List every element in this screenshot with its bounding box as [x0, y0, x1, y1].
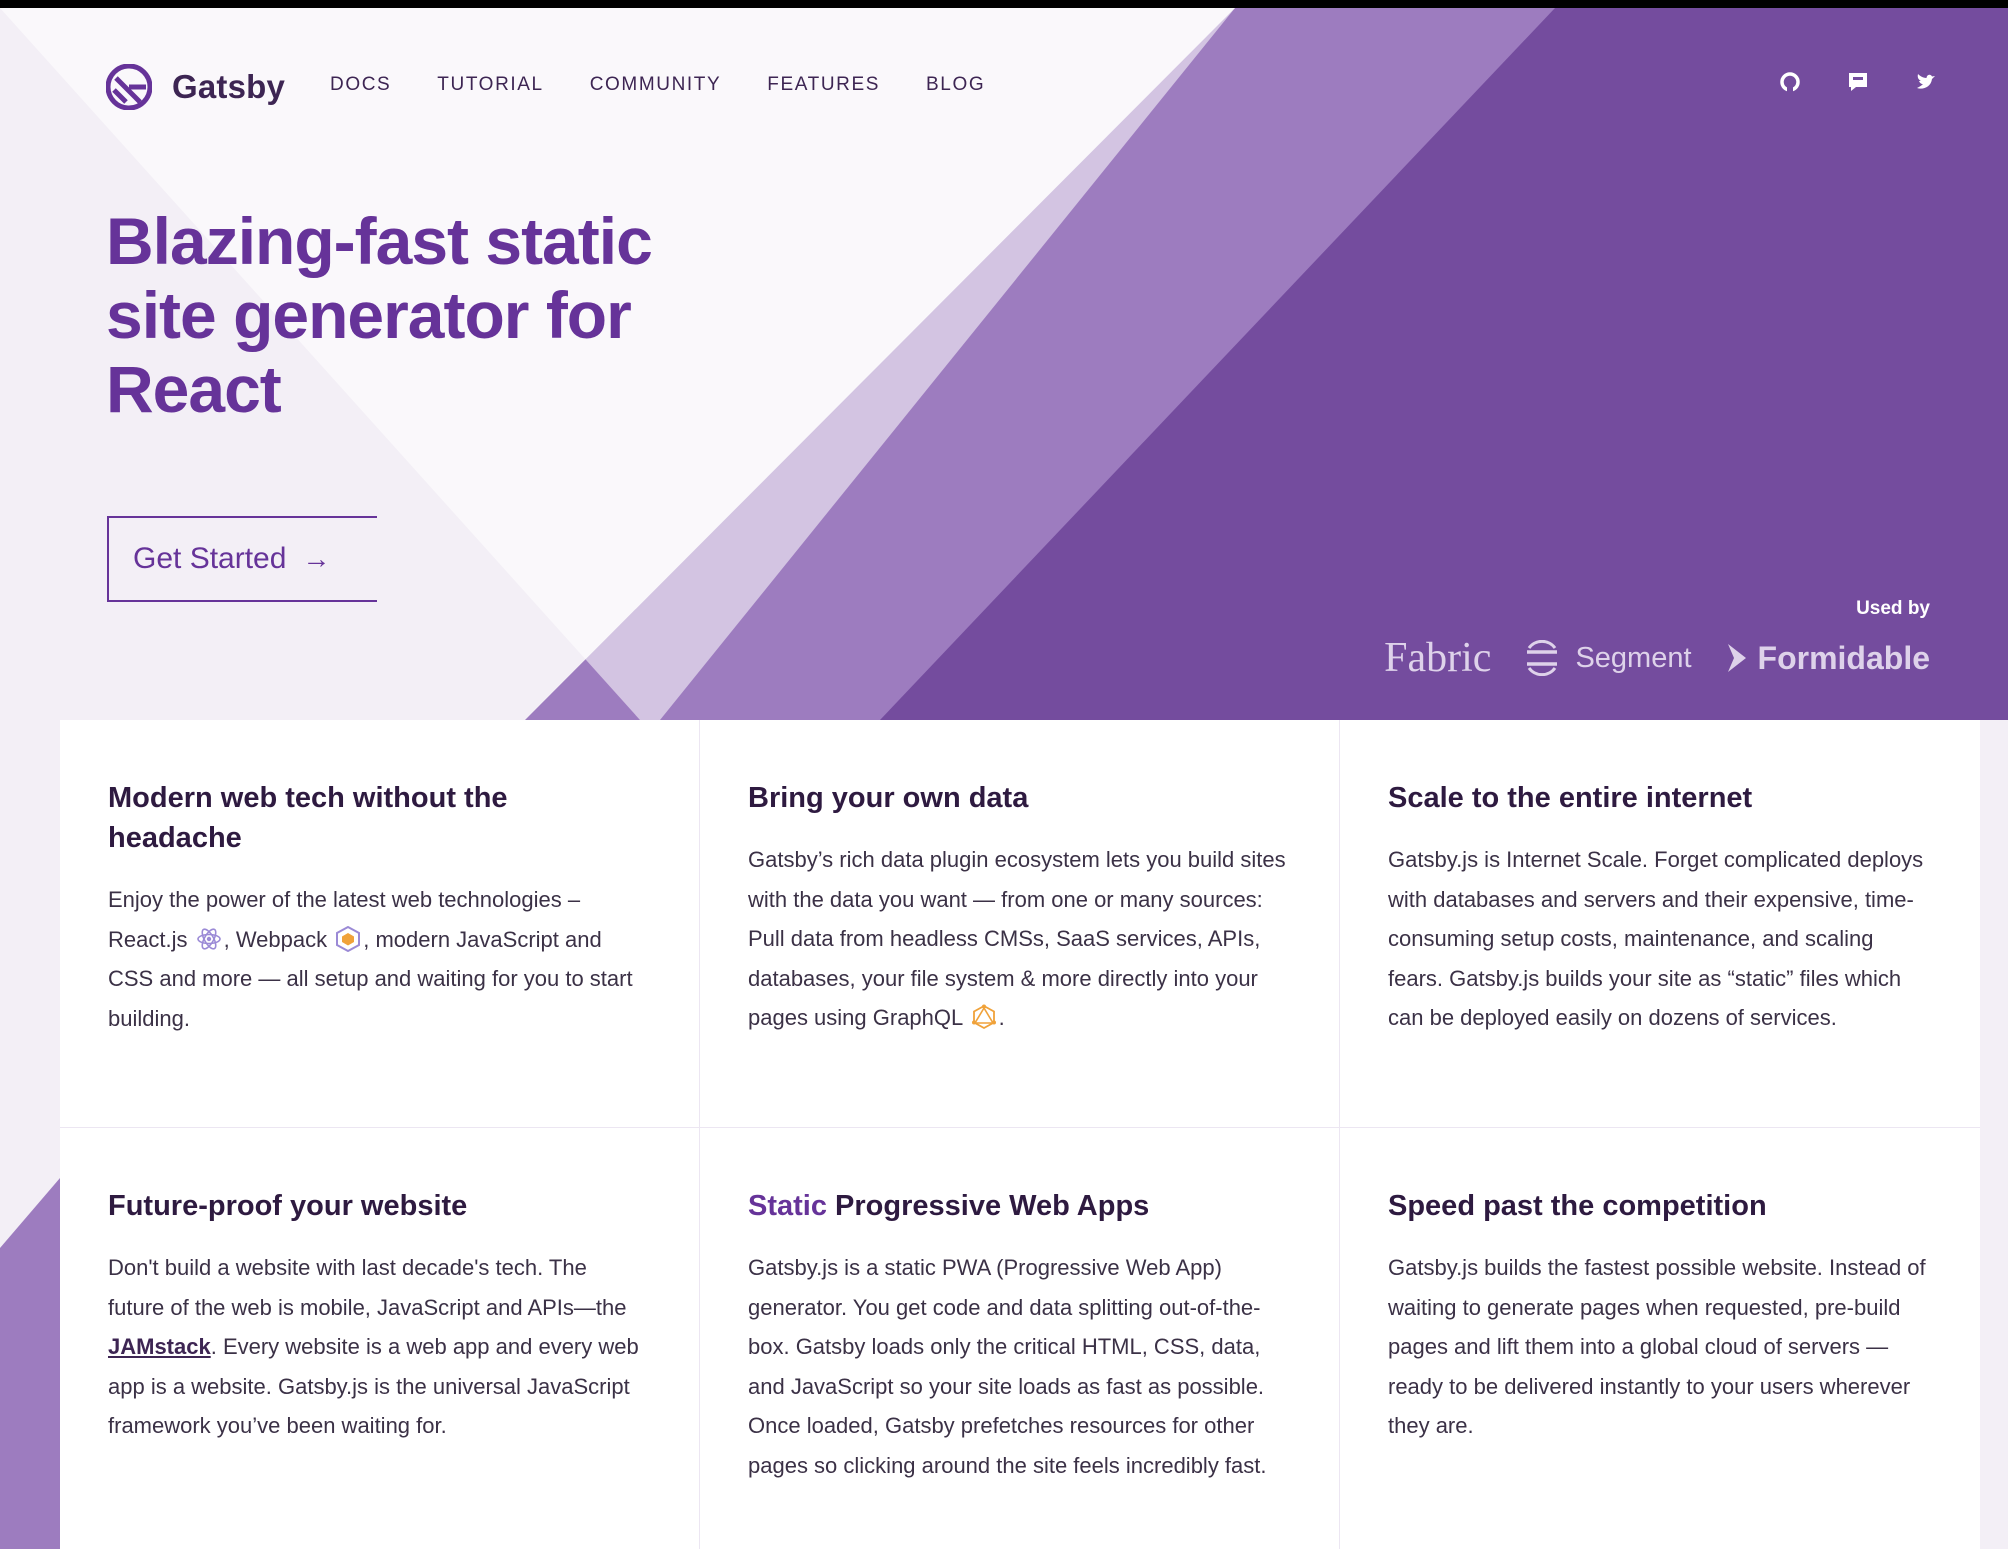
feature-text: , Webpack [223, 926, 334, 952]
gatsby-logo[interactable]: Gatsby [106, 64, 285, 110]
feature-text: Don't build a website with last decade's… [108, 1255, 627, 1320]
feature-card: Bring your own data Gatsby’s rich data p… [700, 720, 1340, 1128]
webpack-icon [336, 925, 361, 952]
feature-body: Don't build a website with last decade's… [108, 1248, 647, 1446]
feature-title-rest: Progressive Web Apps [826, 1190, 1150, 1222]
feature-title: Static Progressive Web Apps [748, 1186, 1287, 1226]
logo-text: Gatsby [172, 68, 286, 105]
feature-body: Gatsby’s rich data plugin ecosystem lets… [748, 840, 1287, 1038]
segment-text: Segment [1575, 641, 1692, 674]
feature-body: Enjoy the power of the latest web techno… [108, 880, 647, 1038]
feature-card: Static Progressive Web Apps Gatsby.js is… [700, 1128, 1340, 1549]
graphql-icon [971, 1004, 996, 1030]
formidable-logo: Formidable [1724, 640, 1930, 677]
feature-card: Speed past the competition Gatsby.js bui… [1340, 1128, 1980, 1549]
get-started-label: Get Started [133, 542, 287, 575]
segment-logo: Segment [1521, 640, 1692, 676]
feature-body: Gatsby.js is a static PWA (Progressive W… [748, 1255, 1267, 1478]
features-grid: Modern web tech without the headache Enj… [60, 720, 1980, 1549]
nav-tutorial[interactable]: TUTORIAL [437, 74, 543, 96]
formidable-text: Formidable [1757, 639, 1930, 676]
feature-title: Speed past the competition [1388, 1190, 1767, 1222]
background-stripe-bottom-left [0, 1178, 60, 1549]
react-icon [196, 927, 221, 950]
gatsby-logo-icon [106, 64, 152, 110]
fabric-logo: Fabric [1384, 635, 1492, 681]
feature-title: Future-proof your website [108, 1190, 468, 1222]
feature-text: Gatsby’s rich data plugin ecosystem lets… [748, 847, 1286, 1030]
page: Gatsby DOCS TUTORIAL COMMUNITY FEATURES … [0, 8, 2008, 1549]
nav-features[interactable]: FEATURES [767, 74, 880, 96]
feature-title: Bring your own data [748, 782, 1029, 814]
feature-title-highlight: Static [748, 1190, 827, 1222]
feature-card: Modern web tech without the headache Enj… [60, 720, 700, 1128]
discord-icon[interactable] [1846, 70, 1870, 94]
hero-title: Blazing-fast static site generator for R… [106, 204, 653, 426]
feature-card: Future-proof your website Don't build a … [60, 1128, 700, 1549]
feature-text: . [998, 1005, 1005, 1030]
feature-card: Scale to the entire internet Gatsby.js i… [1340, 720, 1980, 1128]
feature-body: Gatsby.js builds the fastest possible we… [1388, 1255, 1926, 1438]
nav-community[interactable]: COMMUNITY [590, 74, 722, 96]
nav-blog[interactable]: BLOG [926, 74, 985, 96]
twitter-icon[interactable] [1914, 70, 1938, 94]
segment-icon [1527, 640, 1558, 676]
nav-docs[interactable]: DOCS [330, 74, 391, 96]
feature-title: Modern web tech without the headache [108, 782, 508, 854]
used-by-label: Used by [1856, 598, 1930, 619]
used-by-logos: Fabric Segment Formidable [1384, 634, 1930, 682]
arrow-right-icon: → [302, 543, 331, 574]
feature-body: Gatsby.js is Internet Scale. Forget comp… [1388, 847, 1924, 1030]
jamstack-link[interactable]: JAMstack [108, 1334, 211, 1359]
get-started-button[interactable]: Get Started → [107, 516, 377, 602]
github-icon[interactable] [1778, 70, 1802, 94]
feature-title: Scale to the entire internet [1388, 782, 1753, 814]
social-links [1734, 70, 1938, 94]
main-nav: DOCS TUTORIAL COMMUNITY FEATURES BLOG [330, 74, 1031, 96]
formidable-icon [1727, 644, 1746, 672]
